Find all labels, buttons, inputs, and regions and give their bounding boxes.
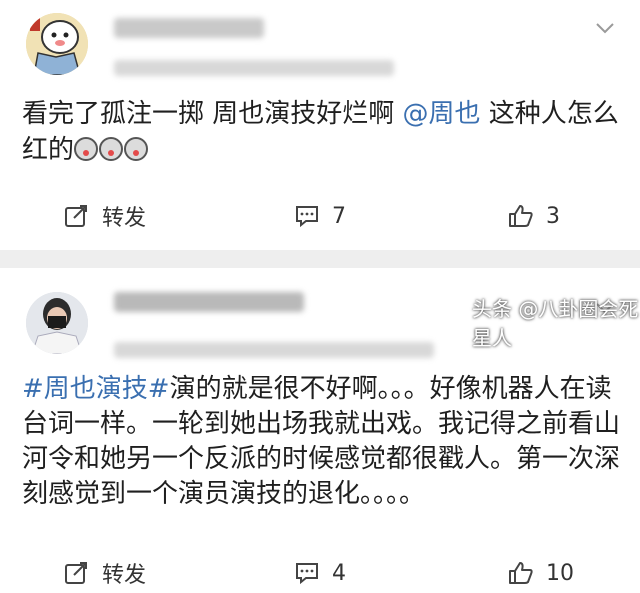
avatar[interactable] (26, 13, 88, 75)
hashtag-link[interactable]: #周也演技# (22, 374, 170, 404)
repost-icon (65, 205, 87, 227)
repost-label: 转发 (102, 206, 147, 231)
avatar[interactable] (26, 292, 88, 354)
emoji-icon (99, 137, 124, 161)
post-meta-blurred (114, 342, 434, 358)
thumbs-up-icon (509, 562, 533, 584)
action-bar: 转发 7 3 (0, 196, 640, 236)
comment-button[interactable]: 7 (294, 196, 346, 236)
emoji-icon (124, 137, 149, 161)
comment-icon (296, 206, 318, 228)
watermark: 头条 @八卦圈会死星人 (472, 297, 639, 350)
like-count: 10 (546, 560, 574, 586)
thumbs-up-icon (509, 205, 533, 227)
post-content: 看完了孤注一掷 周也演技好烂啊 @周也 这种人怎么红的 (22, 96, 622, 168)
like-button[interactable]: 3 (508, 196, 560, 236)
comment-count: 7 (332, 203, 346, 229)
like-count: 3 (546, 203, 560, 229)
repost-button[interactable]: 转发 (64, 553, 146, 593)
repost-label: 转发 (102, 563, 147, 588)
post-text: 看完了孤注一掷 周也演技好烂啊 (22, 99, 403, 129)
username-blurred[interactable] (114, 18, 264, 38)
post-divider (0, 250, 640, 268)
repost-icon (65, 562, 87, 584)
comment-count: 4 (332, 560, 346, 586)
mention-link[interactable]: @周也 (403, 99, 481, 129)
repost-button[interactable]: 转发 (64, 196, 146, 236)
action-bar: 转发 4 10 (0, 553, 640, 593)
username-blurred[interactable] (114, 292, 304, 312)
weibo-post-1: 看完了孤注一掷 周也演技好烂啊 @周也 这种人怎么红的 转发 7 3 (0, 0, 640, 250)
post-meta-blurred (114, 60, 394, 76)
like-button[interactable]: 10 (508, 553, 574, 593)
emoji-icon (74, 137, 99, 161)
comment-icon (296, 563, 318, 585)
comment-button[interactable]: 4 (294, 553, 346, 593)
chevron-down-icon[interactable] (596, 22, 614, 34)
post-content: #周也演技#演的就是很不好啊。。。好像机器人在读台词一样。一轮到她出场我就出戏。… (22, 372, 622, 512)
